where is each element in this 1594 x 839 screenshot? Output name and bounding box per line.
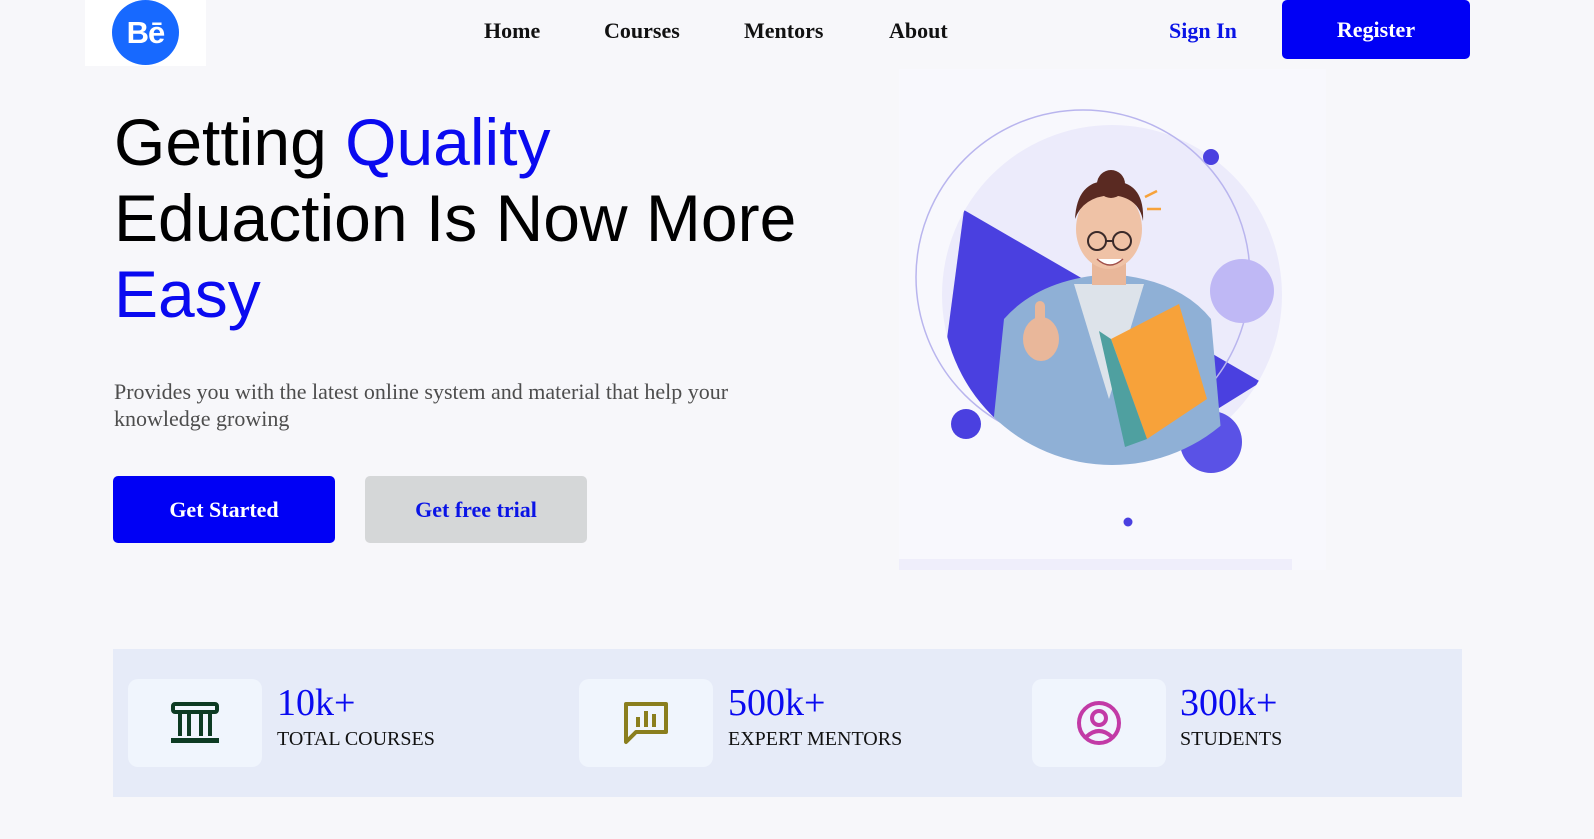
stat-icon-box-mentors <box>579 679 713 767</box>
hero-title-highlight-easy: Easy <box>114 257 261 331</box>
nav-item-mentors[interactable]: Mentors <box>744 18 823 44</box>
register-button[interactable]: Register <box>1282 0 1470 59</box>
sign-in-link[interactable]: Sign In <box>1169 18 1237 44</box>
stats-section: 10k+ TOTAL COURSES 500k+ EXPERT MENTORS … <box>113 649 1462 797</box>
stat-label-students: STUDENTS <box>1180 728 1283 750</box>
stat-icon-box-students <box>1032 679 1166 767</box>
chat-chart-icon <box>624 702 668 744</box>
nav-item-courses[interactable]: Courses <box>604 18 680 44</box>
nav-item-home[interactable]: Home <box>484 18 540 44</box>
hero-title-highlight-quality: Quality <box>345 105 551 179</box>
stat-value-students: 300k+ <box>1180 682 1278 724</box>
get-started-button[interactable]: Get Started <box>113 476 335 543</box>
hero-title-part1: Getting <box>114 105 346 179</box>
get-free-trial-button[interactable]: Get free trial <box>365 476 587 543</box>
logo-container[interactable]: Bē <box>85 0 206 66</box>
student-illustration <box>899 109 1292 570</box>
stat-value-mentors: 500k+ <box>728 682 826 724</box>
stat-label-mentors: EXPERT MENTORS <box>728 728 903 750</box>
stat-value-courses: 10k+ <box>277 682 356 724</box>
user-circle-icon <box>1077 701 1121 745</box>
stat-label-courses: TOTAL COURSES <box>277 728 435 750</box>
hero-subtitle: Provides you with the latest online syst… <box>114 379 729 431</box>
nav-item-about[interactable]: About <box>889 18 948 44</box>
building-columns-icon <box>171 702 219 743</box>
behance-logo-icon: Bē <box>112 0 179 65</box>
hero-title-part2: Eduaction Is Now More <box>114 181 797 255</box>
stat-icon-box-courses <box>128 679 262 767</box>
hero-title: Getting Quality Eduaction Is Now More Easy <box>114 104 874 332</box>
hero-illustration <box>899 69 1326 570</box>
